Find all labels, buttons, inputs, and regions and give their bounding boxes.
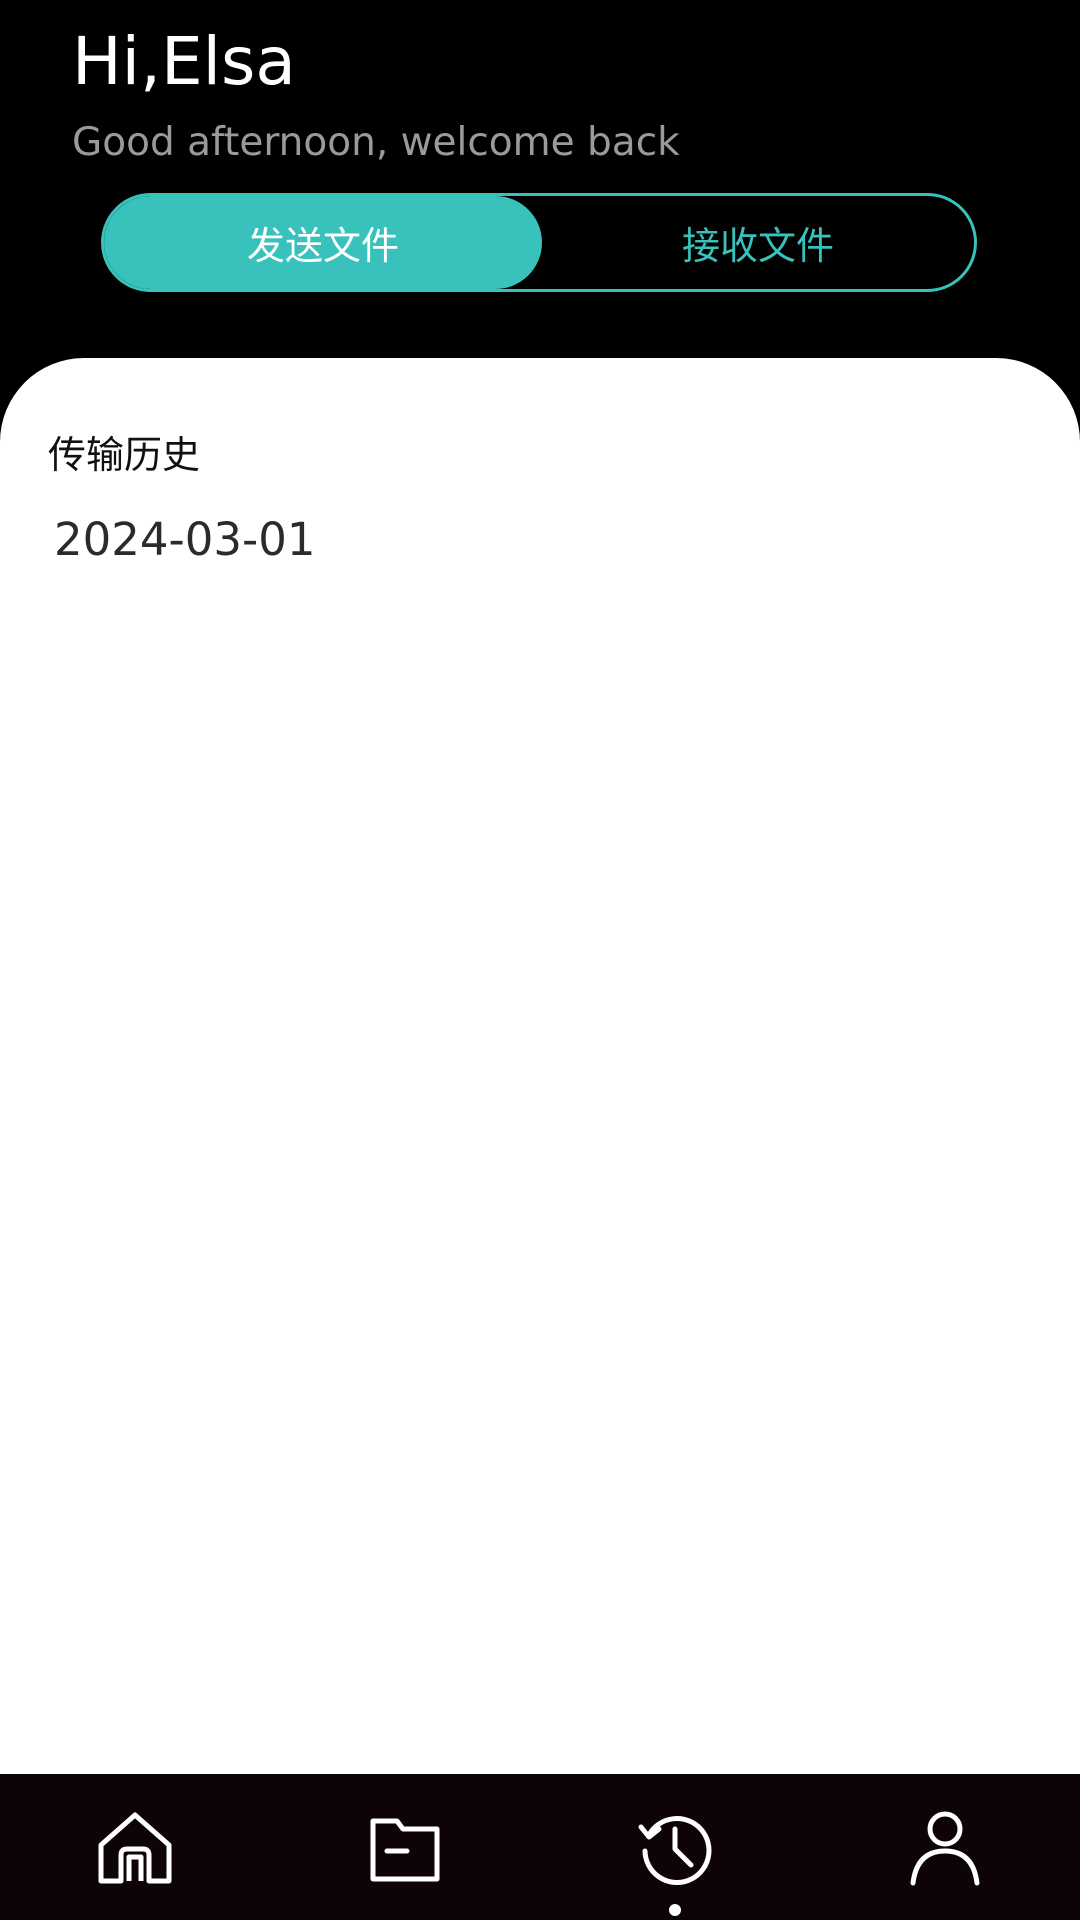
greeting-subtitle: Good afternoon, welcome back: [72, 120, 680, 165]
send-file-tab[interactable]: 发送文件: [104, 196, 542, 289]
receive-file-tab[interactable]: 接收文件: [542, 196, 974, 289]
history-icon: [638, 1816, 712, 1885]
active-tab-indicator: [669, 1904, 681, 1916]
history-title: 传输历史: [48, 433, 201, 477]
tab-files[interactable]: [335, 1774, 475, 1920]
greeting-title: Hi,Elsa: [72, 23, 296, 100]
tab-history[interactable]: [605, 1774, 745, 1920]
history-panel: 传输历史 2024-03-01: [0, 358, 1080, 1774]
tab-home[interactable]: [65, 1774, 205, 1920]
header: Hi,Elsa Good afternoon, welcome back 发送文…: [0, 0, 1080, 380]
history-date-header: 2024-03-01: [54, 513, 316, 566]
transfer-mode-switch: 发送文件 接收文件: [101, 193, 977, 292]
bottom-tab-bar: [0, 1774, 1080, 1920]
folder-icon: [370, 1818, 440, 1882]
tab-profile[interactable]: [875, 1774, 1015, 1920]
home-icon: [98, 1812, 172, 1884]
user-icon: [910, 1811, 980, 1886]
